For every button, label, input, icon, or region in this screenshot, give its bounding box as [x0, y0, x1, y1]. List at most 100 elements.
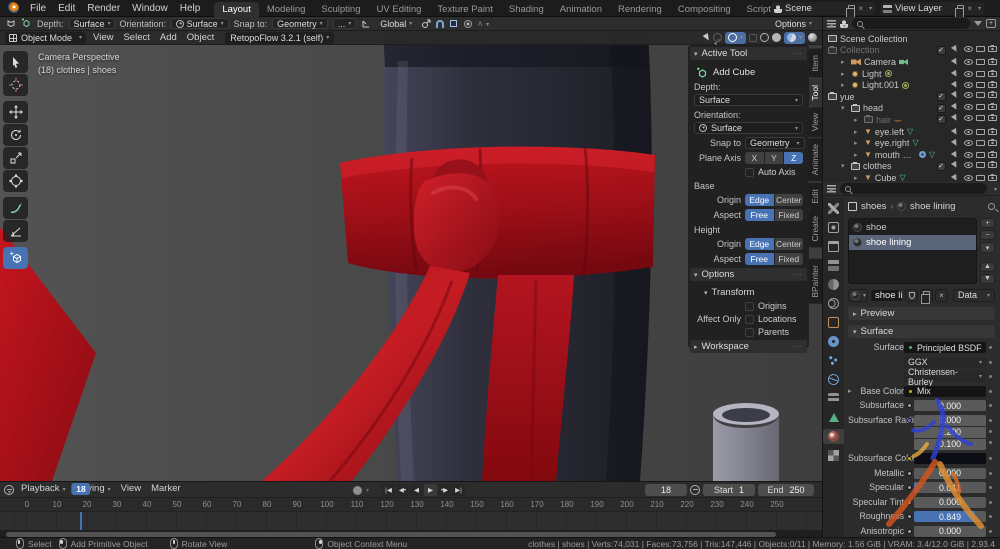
exclude-checkbox-icon[interactable]: ✓	[937, 162, 946, 171]
unlink-material-button[interactable]: ×	[935, 289, 948, 302]
hide-toggle-icon[interactable]	[964, 82, 973, 88]
outliner-row-camera[interactable]: ▸Camera	[823, 56, 1000, 68]
unlink-scene-icon[interactable]: ×	[858, 5, 863, 13]
viewport-3d[interactable]: Object Mode ViewSelectAddObject RetopoFl…	[0, 31, 822, 481]
snap-settings-dropdown[interactable]	[449, 19, 459, 29]
value-field[interactable]: 0.100	[914, 439, 986, 450]
menu-window[interactable]: Window	[126, 0, 174, 17]
workspace-tab-uv-editing[interactable]: UV Editing	[369, 2, 430, 17]
object-data-properties-tab[interactable]	[823, 410, 844, 425]
workspace-tab-shading[interactable]: Shading	[501, 2, 552, 17]
viewport-disable-icon[interactable]	[976, 140, 985, 146]
menu-render[interactable]: Render	[81, 0, 126, 17]
proportional-editing-icon[interactable]	[464, 20, 472, 28]
viewport-menu-select[interactable]: Select	[118, 31, 154, 45]
start-frame-field[interactable]: Start1	[703, 484, 755, 496]
decorator-dot[interactable]	[989, 419, 992, 422]
workspace-tab-compositing[interactable]: Compositing	[670, 2, 739, 17]
outliner-row-head[interactable]: ▾head✓	[823, 103, 1000, 115]
fake-user-button[interactable]	[905, 289, 918, 302]
workspace-tab-animation[interactable]: Animation	[552, 2, 610, 17]
render-disable-icon[interactable]	[988, 71, 997, 77]
decorator-dot[interactable]	[989, 404, 992, 407]
view-layer-selector[interactable]: View Layer ×	[880, 2, 984, 15]
breadcrumb-object[interactable]: shoes	[861, 201, 886, 212]
auto-keying-record-icon[interactable]	[353, 486, 362, 495]
snap-to-dropdown[interactable]: Geometry	[272, 18, 328, 29]
sidebar-tab-bpainter[interactable]: BPainter	[809, 259, 822, 304]
new-view-layer-icon[interactable]	[957, 5, 964, 13]
selectable-toggle-icon[interactable]	[950, 45, 958, 53]
value-field[interactable]: 0.200	[914, 427, 986, 438]
tweak-select-tool-button[interactable]	[3, 51, 28, 73]
blender-logo-icon[interactable]	[6, 2, 19, 15]
material-slot-shoe[interactable]: shoe	[849, 220, 976, 235]
outliner-row-collection[interactable]: Collection✓	[823, 45, 1000, 57]
hide-toggle-icon[interactable]	[964, 162, 973, 168]
selectable-toggle-icon[interactable]	[950, 81, 958, 89]
render-disable-icon[interactable]	[988, 92, 997, 98]
workspace-panel-header[interactable]: ▸Workspace	[690, 340, 807, 353]
browse-material-dropdown[interactable]	[848, 289, 868, 302]
viewport-disable-icon[interactable]	[976, 152, 985, 158]
render-disable-icon[interactable]	[988, 175, 997, 181]
value-slider[interactable]: 0.849	[914, 511, 986, 522]
measure-tool-button[interactable]	[3, 220, 28, 242]
tool-properties-tab[interactable]	[823, 201, 844, 216]
new-collection-icon[interactable]: +	[986, 19, 996, 28]
output-properties-tab[interactable]	[823, 239, 844, 254]
expander-icon[interactable]: ▸	[854, 116, 861, 124]
properties-header-dropdown[interactable]	[991, 183, 997, 194]
proportional-falloff-dropdown[interactable]: ∧	[477, 19, 489, 28]
timeline-menu-playback[interactable]: Playback	[16, 482, 71, 497]
outliner-row-eye-right[interactable]: ▸▼eye.right▽	[823, 137, 1000, 149]
snap-toggle-icon[interactable]	[436, 20, 444, 28]
playhead[interactable]: 18	[71, 483, 90, 495]
move-up-slot-button[interactable]: ▲	[980, 262, 995, 272]
editor-type-properties-icon[interactable]	[827, 185, 836, 193]
plane-axis-x-button[interactable]: X	[745, 152, 764, 164]
timeline-track-area[interactable]	[0, 512, 822, 530]
plane-axis-z-button[interactable]: Z	[784, 152, 803, 164]
selectable-toggle-icon[interactable]	[950, 161, 958, 169]
new-material-button[interactable]	[920, 289, 933, 302]
play-button[interactable]: ▶	[424, 484, 437, 496]
selectable-toggle-icon[interactable]	[950, 58, 958, 66]
viewport-disable-icon[interactable]	[976, 59, 985, 65]
specials-slot-button[interactable]: ▾	[980, 242, 995, 252]
scene-properties-tab[interactable]	[823, 277, 844, 292]
workspace-tab-texture-paint[interactable]: Texture Paint	[429, 2, 500, 17]
annotate-tool-button[interactable]	[3, 197, 28, 219]
menu-help[interactable]: Help	[174, 0, 207, 17]
expander-icon[interactable]: ▸	[841, 58, 848, 66]
properties-search-input[interactable]	[840, 183, 987, 194]
node-menu-field[interactable]: Principled BSDF	[904, 342, 986, 353]
decorator-dot[interactable]	[989, 430, 992, 433]
sidebar-tab-create[interactable]: Create	[809, 210, 822, 248]
node-menu-field[interactable]: Mix	[904, 386, 986, 397]
hide-toggle-icon[interactable]	[964, 140, 973, 146]
new-scene-icon[interactable]	[848, 5, 855, 13]
workspace-tab-modeling[interactable]: Modeling	[259, 2, 314, 17]
depth-dropdown[interactable]: Surface	[694, 94, 803, 106]
transform-orientation-dropdown[interactable]: Global	[376, 18, 416, 29]
viewport-menu-view[interactable]: View	[88, 31, 118, 45]
menu-edit[interactable]: Edit	[52, 0, 81, 17]
timeline-menu-marker[interactable]: Marker	[146, 482, 186, 497]
height-origin-center-button[interactable]: Center	[775, 238, 804, 250]
sidebar-tab-tool[interactable]: Tool	[809, 79, 822, 107]
expander-icon[interactable]: ▾	[841, 104, 848, 112]
playhead-line[interactable]	[80, 512, 82, 530]
pivot-point-dropdown[interactable]	[421, 19, 431, 29]
keying-dropdown-icon[interactable]: ▾	[366, 487, 369, 494]
active-tool-panel-header[interactable]: ▾Active Tool	[690, 47, 807, 60]
gizmos-dropdown[interactable]	[713, 33, 722, 42]
hide-toggle-icon[interactable]	[964, 71, 973, 77]
timeline-menu-view[interactable]: View	[116, 482, 146, 497]
current-frame-field[interactable]: 18	[645, 484, 687, 496]
hide-toggle-icon[interactable]	[964, 152, 973, 158]
render-disable-icon[interactable]	[988, 82, 997, 88]
mode-selector[interactable]: Object Mode	[5, 32, 86, 44]
hide-toggle-icon[interactable]	[964, 115, 973, 121]
expand-icon[interactable]: ▸	[848, 386, 852, 397]
